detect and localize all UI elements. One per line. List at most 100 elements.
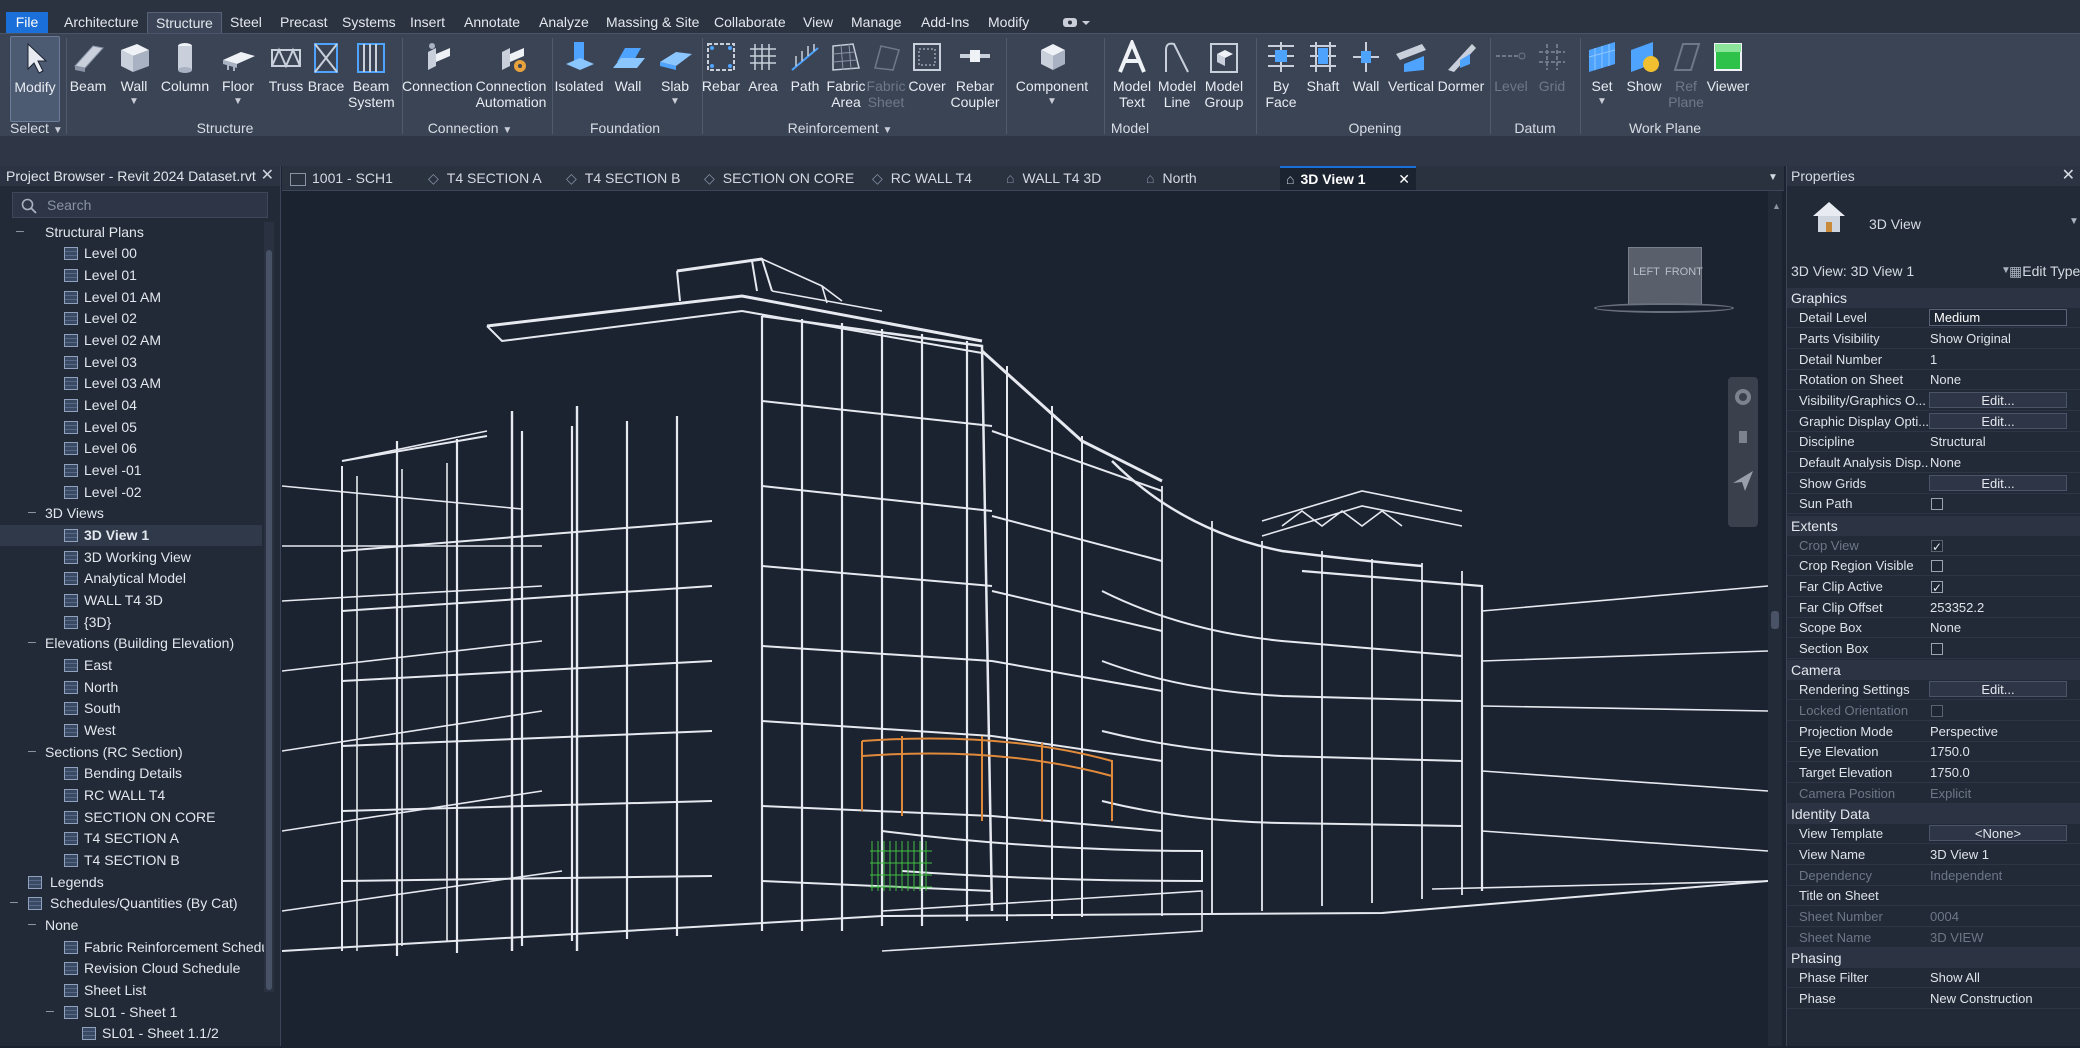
tree-item-east[interactable]: East — [0, 655, 262, 676]
tree-item-level-04[interactable]: Level 04 — [0, 395, 262, 416]
tree-node-elevations[interactable]: ─ Elevations (Building Elevation) — [0, 633, 262, 654]
close-icon[interactable]: ✕ — [1398, 168, 1410, 190]
section-extents[interactable]: Extents — [1787, 516, 2080, 536]
viewport-scrollbar[interactable]: ▲ — [1768, 191, 1782, 1046]
tab-massing-site[interactable]: Massing & Site — [598, 12, 707, 33]
fabric-sheet-button[interactable]: Fabric Sheet — [866, 36, 906, 120]
view-tab-t4-section-a[interactable]: ◇ T4 SECTION A — [424, 166, 554, 190]
tree-node-none[interactable]: ─ None — [0, 915, 262, 936]
panel-connection-label[interactable]: Connection ▼ — [410, 119, 530, 137]
view-tab-section-on-core[interactable]: ◇ SECTION ON CORE — [700, 166, 854, 190]
tree-item-3d-working-view[interactable]: 3D Working View — [0, 547, 262, 568]
tree-node-sections[interactable]: ─ Sections (RC Section) — [0, 742, 262, 763]
tree-item-t4-section-a[interactable]: T4 SECTION A — [0, 828, 262, 849]
area-button[interactable]: Area — [744, 36, 782, 120]
tree-item-rc-wall-t4[interactable]: RC WALL T4 — [0, 785, 262, 806]
prop-eye-elevation[interactable]: Eye Elevation 1750.0 — [1787, 742, 2080, 762]
tree-item-bending-details[interactable]: Bending Details — [0, 763, 262, 784]
type-selector[interactable]: 3D View ▼ — [1787, 186, 2080, 266]
panel-select-label[interactable]: Select ▼ — [4, 119, 66, 137]
prop-view-name[interactable]: View Name 3D View 1 — [1787, 845, 2080, 865]
viewcube-left-face[interactable]: LEFT — [1633, 266, 1660, 278]
level-button[interactable]: Level — [1494, 36, 1528, 120]
tree-item-level-05[interactable]: Level 05 — [0, 417, 262, 438]
tab-manage[interactable]: Manage — [843, 12, 910, 33]
connection-button[interactable]: Connection — [402, 36, 473, 120]
search-input[interactable]: Search — [12, 192, 268, 218]
tree-item-fabric-schedule[interactable]: Fabric Reinforcement Schedule — [0, 937, 264, 958]
prop-target-elevation[interactable]: Target Elevation 1750.0 — [1787, 763, 2080, 783]
tab-add-ins[interactable]: Add-Ins — [913, 12, 977, 33]
tab-systems[interactable]: Systems — [334, 12, 404, 33]
component-button[interactable]: Component ▼ — [1010, 36, 1094, 120]
prop-rotation-on-sheet[interactable]: Rotation on Sheet None — [1787, 370, 2080, 390]
tree-item-sheet-list[interactable]: Sheet List — [0, 980, 262, 1001]
tab-collaborate[interactable]: Collaborate — [706, 12, 794, 33]
prop-discipline[interactable]: Discipline Structural — [1787, 432, 2080, 452]
3d-viewport[interactable]: LEFT FRONT — [282, 191, 1768, 1046]
viewer-button[interactable]: Viewer — [1706, 36, 1750, 120]
tree-item-level-m02[interactable]: Level -02 — [0, 482, 262, 503]
locked-orientation-checkbox[interactable] — [1931, 705, 1943, 717]
ribbon-toggle-icon[interactable] — [1062, 15, 1092, 29]
tree-item-south[interactable]: South — [0, 698, 262, 719]
tab-steel[interactable]: Steel — [222, 12, 270, 33]
tree-item-sl01-sheet-1[interactable]: ─ SL01 - Sheet 1 — [0, 1002, 262, 1023]
prop-camera-position[interactable]: Camera Position Explicit — [1787, 784, 2080, 804]
beam-system-button[interactable]: Beam System — [348, 36, 395, 120]
prop-phase-filter[interactable]: Phase Filter Show All — [1787, 968, 2080, 988]
section-camera[interactable]: Camera — [1787, 660, 2080, 680]
prop-sheet-number[interactable]: Sheet Number 0004 — [1787, 907, 2080, 927]
tab-view[interactable]: View — [795, 12, 841, 33]
view-template-button[interactable]: <None> — [1929, 825, 2067, 841]
tree-item-level-00[interactable]: Level 00 — [0, 243, 262, 264]
model-text-button[interactable]: Model Text — [1110, 36, 1154, 120]
view-tab-north[interactable]: ⌂ North — [1142, 166, 1252, 190]
viewcube-compass-ring[interactable] — [1594, 303, 1734, 313]
view-tab-sheet[interactable]: 1001 - SCH1 — [286, 166, 416, 190]
zoom-icon[interactable] — [1733, 427, 1753, 447]
tree-item-level-03[interactable]: Level 03 — [0, 352, 262, 373]
tab-annotate[interactable]: Annotate — [456, 12, 528, 33]
prop-default-analysis-display[interactable]: Default Analysis Disp... None — [1787, 453, 2080, 473]
tree-item-level-02-am[interactable]: Level 02 AM — [0, 330, 262, 351]
ref-plane-button[interactable]: Ref Plane — [1666, 36, 1706, 120]
browser-scrollbar-thumb[interactable] — [266, 250, 272, 990]
tab-menu-icon[interactable]: ▼ — [1768, 166, 1782, 190]
isolated-button[interactable]: Isolated — [554, 36, 604, 120]
fabric-area-button[interactable]: Fabric Area — [826, 36, 866, 120]
tab-modify[interactable]: Modify — [980, 12, 1037, 33]
wall-foundation-button[interactable]: Wall — [606, 36, 650, 120]
tree-item-level-06[interactable]: Level 06 — [0, 438, 262, 459]
shaft-button[interactable]: Shaft — [1302, 36, 1344, 120]
tree-item-level-01[interactable]: Level 01 — [0, 265, 262, 286]
show-grids-edit-button[interactable]: Edit... — [1929, 475, 2067, 491]
tree-node-3d-views[interactable]: ─ 3D Views — [0, 503, 262, 524]
tree-item-west[interactable]: West — [0, 720, 262, 741]
tab-file[interactable]: File — [6, 12, 48, 33]
show-button[interactable]: Show — [1624, 36, 1664, 120]
tree-node-structural-plans[interactable]: ─ Structural Plans — [0, 222, 262, 243]
beam-button[interactable]: Beam — [66, 36, 110, 120]
view-tab-wall-t4-3d[interactable]: ⌂ WALL T4 3D — [1002, 166, 1132, 190]
visibility-graphics-edit-button[interactable]: Edit... — [1929, 392, 2067, 408]
section-graphics[interactable]: Graphics — [1787, 288, 2080, 308]
by-face-button[interactable]: By Face — [1262, 36, 1300, 120]
prop-dependency[interactable]: Dependency Independent — [1787, 866, 2080, 886]
section-box-checkbox[interactable] — [1931, 643, 1943, 655]
modify-button[interactable]: Modify — [10, 36, 60, 122]
vertical-button[interactable]: Vertical — [1388, 36, 1434, 120]
tab-architecture[interactable]: Architecture — [56, 12, 147, 33]
rebar-coupler-button[interactable]: Rebar Coupler — [950, 36, 1000, 120]
brace-button[interactable]: Brace — [306, 36, 346, 120]
prop-detail-number[interactable]: Detail Number 1 — [1787, 350, 2080, 370]
graphic-display-edit-button[interactable]: Edit... — [1929, 413, 2067, 429]
prop-parts-visibility[interactable]: Parts Visibility Show Original — [1787, 329, 2080, 349]
tab-analyze[interactable]: Analyze — [531, 12, 597, 33]
model-line-button[interactable]: Model Line — [1156, 36, 1198, 120]
tree-item-level-03-am[interactable]: Level 03 AM — [0, 373, 262, 394]
tree-item-north[interactable]: North — [0, 677, 262, 698]
tree-item-3d[interactable]: {3D} — [0, 612, 262, 633]
tree-item-analytical-model[interactable]: Analytical Model — [0, 568, 262, 589]
tree-item-wall-t4-3d[interactable]: WALL T4 3D — [0, 590, 262, 611]
